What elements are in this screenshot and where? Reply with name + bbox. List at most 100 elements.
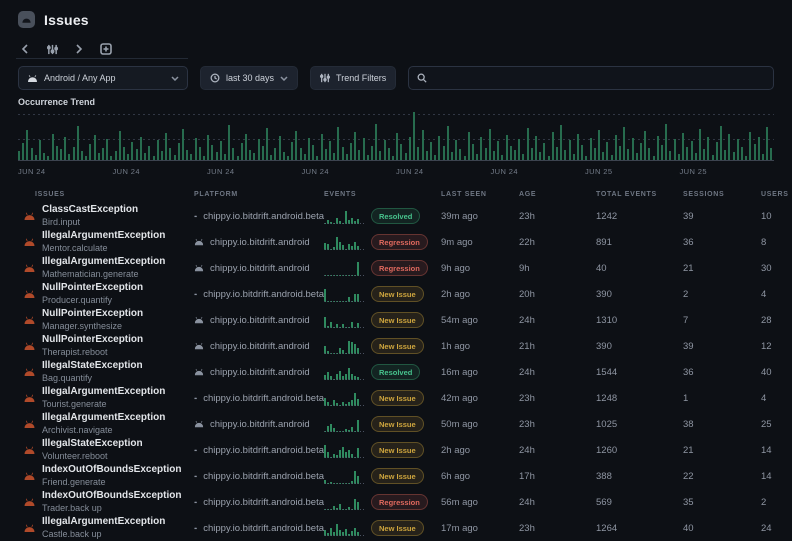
- sessions-value: 39: [683, 211, 761, 222]
- total-events-value: 1025: [596, 419, 683, 430]
- sliders-icon: [320, 73, 330, 83]
- issue-subtitle: Tourist.generate: [42, 399, 165, 410]
- last-seen-value: 2h ago: [441, 289, 519, 300]
- table-header: Issues Platform Events Last Seen Age Tot…: [0, 191, 792, 198]
- total-events-value: 1264: [596, 523, 683, 534]
- age-value: 22h: [519, 237, 596, 248]
- age-value: 20h: [519, 289, 596, 300]
- android-icon: [194, 420, 204, 428]
- events-sparkline: [324, 365, 364, 380]
- age-value: 21h: [519, 341, 596, 352]
- issue-title: IllegalStateException: [42, 438, 143, 451]
- trend-filters-label: Trend Filters: [336, 73, 386, 83]
- events-sparkline: [324, 495, 364, 510]
- issues-app-icon: [18, 11, 35, 28]
- last-seen-value: 6h ago: [441, 471, 519, 482]
- users-value: 14: [761, 471, 792, 482]
- table-row[interactable]: IllegalArgumentException Archivist.navig…: [0, 411, 792, 437]
- chevron-right-icon[interactable]: [70, 40, 88, 58]
- status-badge: New Issue: [371, 468, 424, 484]
- column-header-platform[interactable]: Platform: [194, 191, 324, 198]
- platform-name: chippy.io.bitdrift.android.beta: [203, 471, 324, 482]
- chevron-left-icon[interactable]: [16, 40, 34, 58]
- total-events-value: 40: [596, 263, 683, 274]
- table-row[interactable]: IllegalArgumentException Mathematician.g…: [0, 255, 792, 281]
- issue-title: IllegalArgumentException: [42, 516, 165, 529]
- status-badge: Regression: [371, 260, 428, 276]
- table-row[interactable]: IndexOutOfBoundsException Trader.back up…: [0, 489, 792, 515]
- issue-title: IllegalArgumentException: [42, 412, 165, 425]
- sessions-value: 22: [683, 471, 761, 482]
- table-row[interactable]: IllegalStateException Volunteer.reboot c…: [0, 437, 792, 463]
- android-icon: [194, 446, 197, 454]
- issue-title: IllegalStateException: [42, 360, 143, 373]
- filter-bar: Android / Any App last 30 days Trend Fil…: [18, 67, 774, 89]
- column-header-events[interactable]: Events: [324, 191, 441, 198]
- status-badge: Resolved: [371, 364, 420, 380]
- axis-tick-label: JUN 24: [113, 167, 208, 176]
- time-range-value: last 30 days: [226, 73, 274, 83]
- table-row[interactable]: NullPointerException Therapist.reboot ch…: [0, 333, 792, 359]
- last-seen-value: 9h ago: [441, 263, 519, 274]
- table-row[interactable]: IllegalArgumentException Tourist.generat…: [0, 385, 792, 411]
- issue-title: IndexOutOfBoundsException: [42, 490, 181, 503]
- trend-filters-button[interactable]: Trend Filters: [310, 66, 396, 90]
- sessions-value: 36: [683, 237, 761, 248]
- status-badge: New Issue: [371, 286, 424, 302]
- users-value: 10: [761, 211, 792, 222]
- users-value: 24: [761, 523, 792, 534]
- table-row[interactable]: IllegalArgumentException Castle.back up …: [0, 515, 792, 541]
- app-selector-dropdown[interactable]: Android / Any App: [18, 66, 188, 90]
- total-events-value: 1260: [596, 445, 683, 456]
- issue-title: NullPointerException: [42, 308, 143, 321]
- table-row[interactable]: NullPointerException Producer.quantify c…: [0, 281, 792, 307]
- sessions-value: 35: [683, 497, 761, 508]
- age-value: 23h: [519, 523, 596, 534]
- total-events-value: 390: [596, 341, 683, 352]
- table-row[interactable]: IllegalStateException Bag.quantify chipp…: [0, 359, 792, 385]
- age-value: 24h: [519, 367, 596, 378]
- occurrence-trend-chart[interactable]: [18, 111, 774, 161]
- events-sparkline: [324, 287, 364, 302]
- sessions-value: 1: [683, 393, 761, 404]
- column-header-sessions[interactable]: Sessions: [683, 191, 761, 198]
- chart-baseline: [18, 160, 774, 161]
- platform-name: chippy.io.bitdrift.android: [210, 237, 310, 248]
- platform-name: chippy.io.bitdrift.android: [210, 367, 310, 378]
- time-range-button[interactable]: last 30 days: [200, 66, 298, 90]
- events-sparkline: [324, 235, 364, 250]
- axis-tick-label: JUN 24: [491, 167, 586, 176]
- chevron-down-icon: [171, 76, 179, 81]
- platform-name: chippy.io.bitdrift.android.beta: [203, 497, 324, 508]
- issue-subtitle: Castle.back up: [42, 529, 165, 540]
- platform-name: chippy.io.bitdrift.android.beta: [203, 445, 324, 456]
- issue-title: IllegalArgumentException: [42, 230, 165, 243]
- age-value: 23h: [519, 419, 596, 430]
- table-row[interactable]: IndexOutOfBoundsException Friend.generat…: [0, 463, 792, 489]
- table-row[interactable]: NullPointerException Manager.synthesize …: [0, 307, 792, 333]
- age-value: 9h: [519, 263, 596, 274]
- platform-name: chippy.io.bitdrift.android: [210, 263, 310, 274]
- issue-subtitle: Producer.quantify: [42, 295, 143, 306]
- column-header-users[interactable]: Users: [761, 191, 792, 198]
- add-view-icon[interactable]: [97, 40, 115, 58]
- age-value: 23h: [519, 211, 596, 222]
- column-header-age[interactable]: Age: [519, 191, 596, 198]
- last-seen-value: 17m ago: [441, 523, 519, 534]
- trend-sliders-icon[interactable]: [43, 40, 61, 58]
- column-header-total-events[interactable]: Total Events: [596, 191, 683, 198]
- age-value: 24h: [519, 445, 596, 456]
- column-header-last-seen[interactable]: Last Seen: [441, 191, 519, 198]
- column-header-issues[interactable]: Issues: [0, 191, 194, 198]
- axis-tick-label: JUN 24: [396, 167, 491, 176]
- table-row[interactable]: ClassCastException Bird.input chippy.io.…: [0, 203, 792, 229]
- sessions-value: 40: [683, 523, 761, 534]
- platform-name: chippy.io.bitdrift.android.beta: [203, 211, 324, 222]
- sessions-value: 21: [683, 445, 761, 456]
- search-input[interactable]: [408, 66, 774, 90]
- issue-type-icon: [24, 341, 35, 351]
- last-seen-value: 54m ago: [441, 315, 519, 326]
- issue-subtitle: Therapist.reboot: [42, 347, 143, 358]
- table-row[interactable]: IllegalArgumentException Mentor.calculat…: [0, 229, 792, 255]
- issue-type-icon: [24, 211, 35, 221]
